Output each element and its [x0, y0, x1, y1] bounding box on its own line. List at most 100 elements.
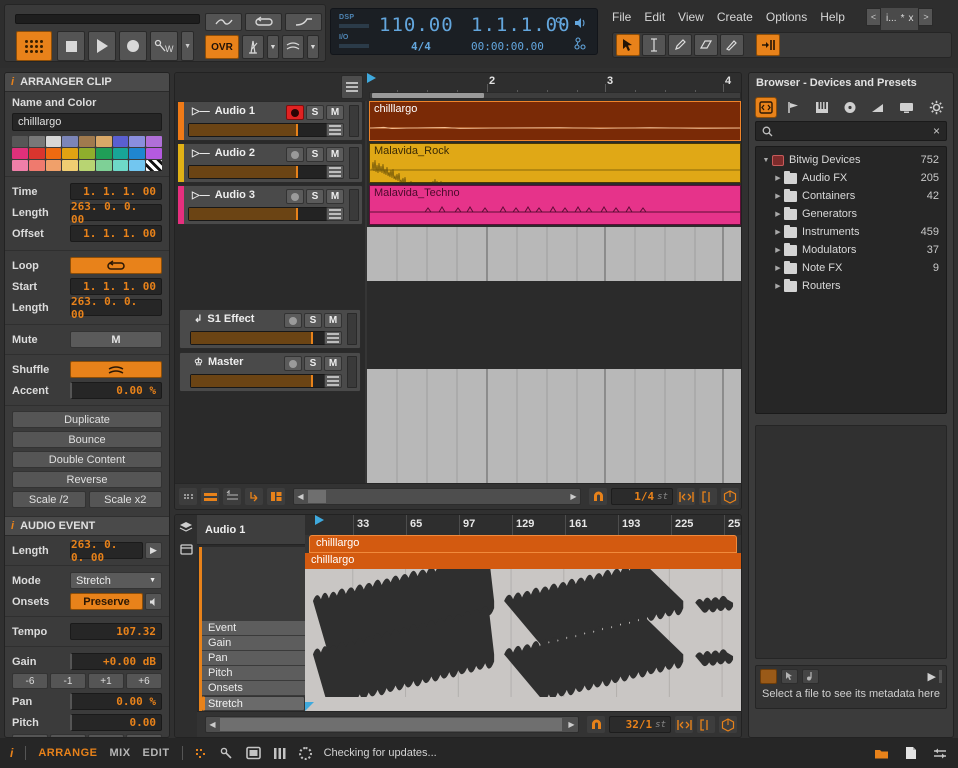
- solo-button[interactable]: S: [306, 189, 324, 204]
- folder-icon[interactable]: [874, 747, 889, 760]
- color-swatch[interactable]: [129, 148, 146, 159]
- tree-item-instruments[interactable]: ▶ Instruments 459: [756, 223, 946, 241]
- chevron-down-icon[interactable]: ▼: [760, 157, 772, 164]
- gain-minus-1-button[interactable]: -1: [50, 673, 86, 689]
- scrollbar-thumb[interactable]: [372, 93, 484, 98]
- gain-plus-1-button[interactable]: +1: [88, 673, 124, 689]
- editor-track-name[interactable]: Audio 1: [197, 515, 305, 545]
- multisamples-tab[interactable]: [811, 97, 833, 118]
- fade-out-button[interactable]: [285, 13, 322, 31]
- menu-create[interactable]: Create: [717, 10, 753, 24]
- color-swatch[interactable]: [95, 148, 112, 159]
- clear-search-button[interactable]: ×: [933, 124, 940, 138]
- mute-button[interactable]: M: [326, 147, 344, 162]
- color-swatch[interactable]: [79, 148, 95, 159]
- chevron-right-icon[interactable]: ▶: [772, 228, 784, 236]
- color-swatch[interactable]: [129, 136, 146, 147]
- tempo-value[interactable]: 107.32: [70, 623, 162, 640]
- onsets-button[interactable]: Preserve: [70, 593, 143, 610]
- scroll-left-button[interactable]: ◀: [294, 489, 307, 504]
- duplicate-button[interactable]: Duplicate: [12, 411, 162, 428]
- search-input[interactable]: [778, 125, 933, 137]
- track-volume-fader[interactable]: [188, 207, 338, 221]
- color-palette[interactable]: [12, 136, 162, 171]
- scroll-right-button[interactable]: ▶: [565, 717, 578, 732]
- gain-plus-6-button[interactable]: +6: [126, 673, 162, 689]
- zoom-selection-icon[interactable]: [699, 488, 717, 505]
- color-swatch[interactable]: [45, 148, 62, 159]
- samples-tab[interactable]: [839, 97, 861, 118]
- reverse-button[interactable]: Reverse: [12, 471, 162, 488]
- track-header-audio-1[interactable]: ▷— Audio 1 S M: [177, 101, 363, 141]
- track-name[interactable]: Audio 2: [215, 147, 255, 159]
- color-swatch[interactable]: [28, 160, 45, 171]
- time-value[interactable]: 1. 1. 1. 00: [70, 183, 162, 200]
- editor-playhead-marker[interactable]: [315, 515, 324, 525]
- editor-timeline-ruler[interactable]: 33 65 97 129 161 193 225 257: [305, 515, 741, 535]
- record-arm-button[interactable]: [286, 147, 304, 162]
- onsets-audition-button[interactable]: [145, 593, 162, 610]
- track-header-master[interactable]: ♔ Master S M: [179, 352, 361, 392]
- document-tab[interactable]: i... * x: [881, 7, 919, 30]
- arranger-lane-audio-1[interactable]: chilllargo: [367, 101, 741, 141]
- track-name[interactable]: Audio 1: [215, 105, 255, 117]
- status-tab-edit[interactable]: EDIT: [143, 747, 170, 759]
- solo-button[interactable]: S: [304, 313, 322, 328]
- lanes-icon[interactable]: [201, 488, 219, 505]
- metronome-options-button[interactable]: ▼: [267, 35, 279, 59]
- editor-lane-event[interactable]: Event: [202, 621, 305, 636]
- track-name[interactable]: Audio 3: [215, 189, 255, 201]
- color-swatch[interactable]: [146, 148, 162, 159]
- arranger-ruler-scrollbar[interactable]: [369, 92, 741, 99]
- info-icon[interactable]: i: [10, 746, 13, 760]
- record-button[interactable]: [119, 31, 148, 61]
- color-swatch[interactable]: [62, 160, 79, 171]
- clip-chilllargo[interactable]: chilllargo: [369, 101, 741, 141]
- track-menu-button[interactable]: [326, 123, 344, 137]
- bounce-button[interactable]: Bounce: [12, 431, 162, 448]
- gain-minus-6-button[interactable]: -6: [12, 673, 48, 689]
- track-header-s1-effect[interactable]: ↲ S1 Effect S M: [179, 309, 361, 349]
- start-value[interactable]: 1. 1. 1. 00: [70, 278, 162, 295]
- track-volume-fader[interactable]: [190, 331, 336, 345]
- chevron-right-icon[interactable]: ▶: [772, 246, 784, 254]
- record-arm-button[interactable]: [286, 105, 304, 120]
- time-signature-value[interactable]: 4/4: [411, 40, 431, 53]
- transport-more-button[interactable]: ▼: [181, 31, 194, 61]
- menu-edit[interactable]: Edit: [644, 10, 665, 24]
- tempo-value[interactable]: 110.00: [379, 14, 454, 36]
- text-tool[interactable]: [642, 34, 666, 56]
- event-length-menu-button[interactable]: ▶: [145, 542, 162, 559]
- loop-toggle-button[interactable]: [245, 13, 282, 31]
- chevron-right-icon[interactable]: ▶: [772, 174, 784, 182]
- document-close-button[interactable]: x: [908, 13, 913, 24]
- tree-item-routers[interactable]: ▶ Routers: [756, 277, 946, 295]
- automation-write-button[interactable]: W: [150, 31, 179, 61]
- zoom-selection-icon[interactable]: [697, 716, 715, 733]
- color-swatch[interactable]: [146, 160, 162, 171]
- snap-grid-icon[interactable]: [589, 488, 607, 505]
- editor-clip-header[interactable]: chilllargo: [305, 535, 741, 553]
- status-tab-arrange[interactable]: ARRANGE: [38, 747, 97, 759]
- editor-waveform-area[interactable]: chilllargo: [305, 553, 741, 711]
- tree-item-bitwig-devices[interactable]: ▼ Bitwig Devices 752: [756, 151, 946, 169]
- pencil-tool[interactable]: [668, 34, 692, 56]
- track-menu-button[interactable]: [326, 165, 344, 179]
- color-swatch[interactable]: [129, 160, 146, 171]
- mute-button[interactable]: M: [324, 356, 342, 371]
- settings-tab[interactable]: [925, 97, 947, 118]
- chevron-right-icon[interactable]: ▶: [772, 264, 784, 272]
- accent-value[interactable]: 0.00 %: [70, 382, 162, 399]
- mute-button[interactable]: M: [324, 313, 342, 328]
- chevron-right-icon[interactable]: ▶: [772, 210, 784, 218]
- solo-button[interactable]: S: [306, 105, 324, 120]
- tree-item-note-fx[interactable]: ▶ Note FX 9: [756, 259, 946, 277]
- scroll-right-button[interactable]: ▶: [567, 489, 580, 504]
- preview-play-button[interactable]: ▶: [928, 670, 936, 683]
- playhead-marker[interactable]: [367, 73, 376, 83]
- pitch-value[interactable]: 0.00: [70, 714, 162, 731]
- snap-grid-icon[interactable]: [587, 716, 605, 733]
- color-swatch[interactable]: [95, 160, 112, 171]
- editor-lane-pitch[interactable]: Pitch: [202, 666, 305, 681]
- groove-options-button[interactable]: ▼: [307, 35, 319, 59]
